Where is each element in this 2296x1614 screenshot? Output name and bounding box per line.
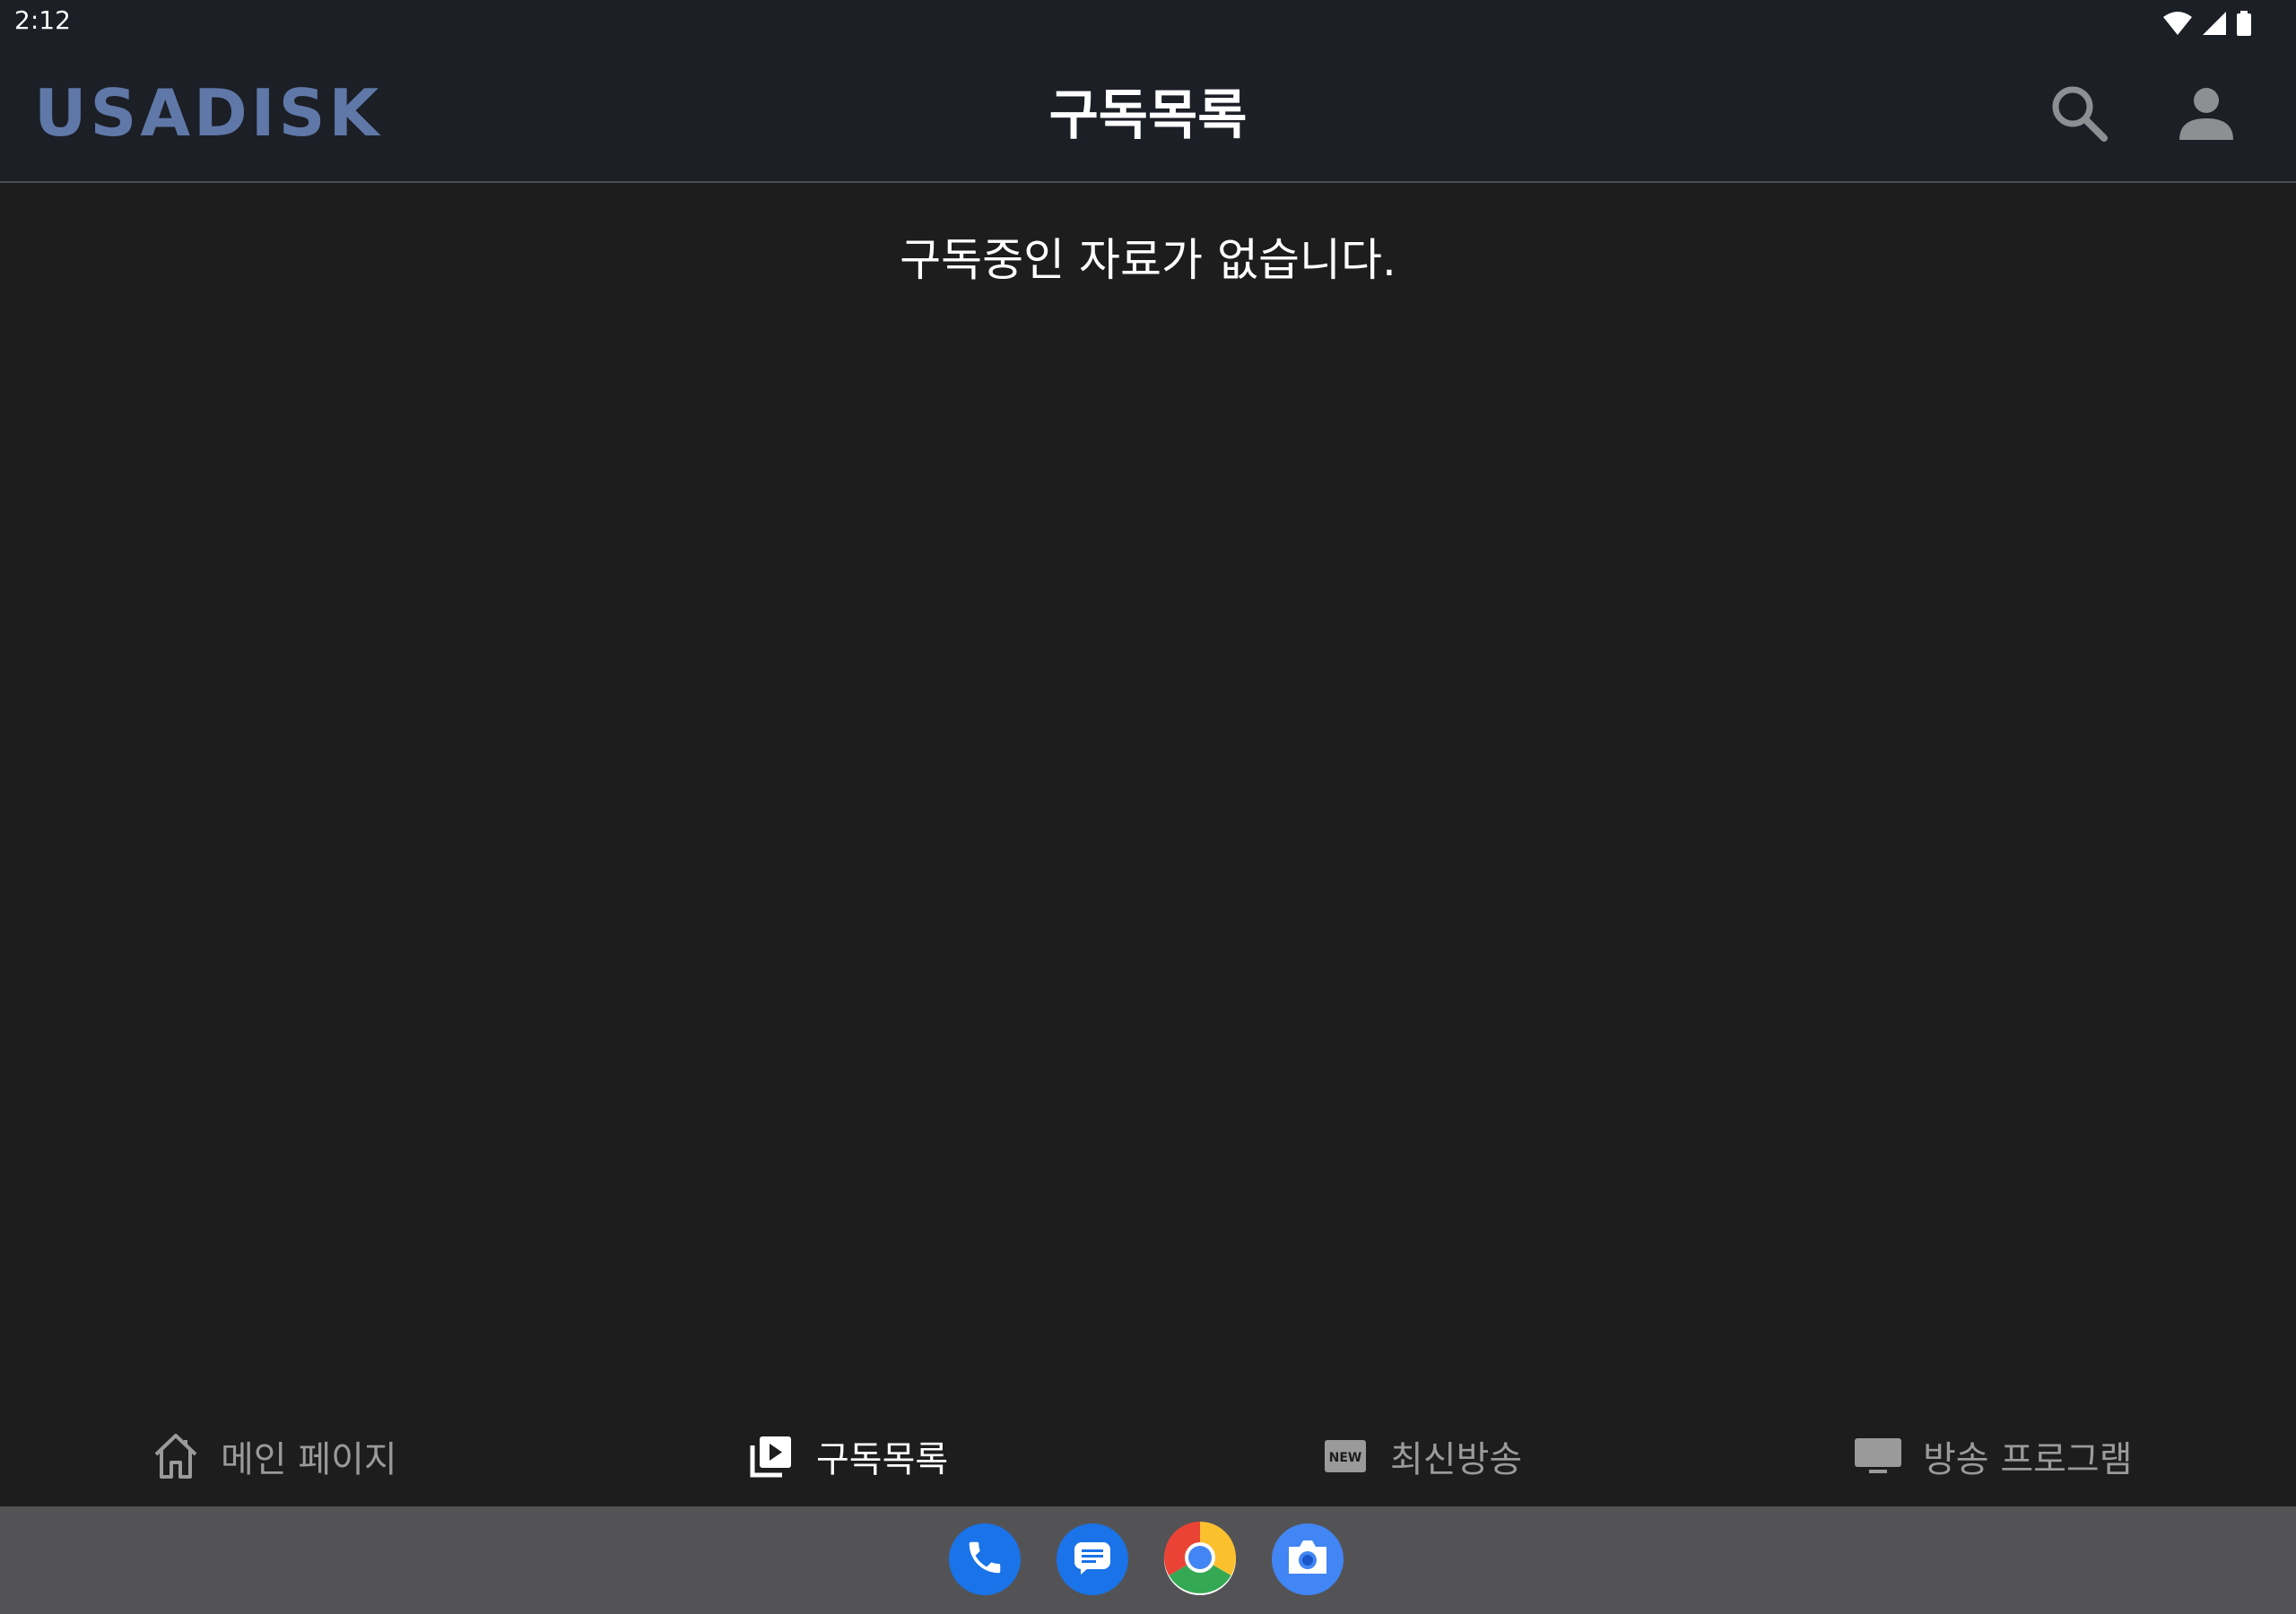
nav-item-label: 구독목록 <box>816 1439 949 1480</box>
chrome-app[interactable] <box>1164 1522 1236 1597</box>
system-dock <box>0 1506 2296 1614</box>
nav-item-label: 방송 프로그램 <box>1923 1439 2133 1480</box>
subscription-list: 구독중인 자료가 없습니다. <box>0 183 2296 1402</box>
app-header: USADISK 구독목록 <box>0 45 2296 183</box>
nav-item-programs[interactable]: 방송 프로그램 <box>1855 1427 2133 1485</box>
status-icons <box>2163 11 2251 39</box>
account-icon <box>2178 84 2235 145</box>
nav-item-latest-broadcasts[interactable]: NEW 최신방송 <box>1322 1427 1522 1485</box>
subscriptions-icon <box>748 1433 795 1480</box>
messages-icon <box>1072 1537 1113 1582</box>
nav-item-main-page[interactable]: 메인 페이지 <box>152 1427 397 1485</box>
search-icon <box>2048 82 2109 147</box>
svg-text:NEW: NEW <box>1329 1451 1362 1465</box>
app-screen: 2:12 USADISK 구독목록 구독중인 자료가 없습니다. 메인 페이지 … <box>0 0 2296 1614</box>
empty-state-message: 구독중인 자료가 없습니다. <box>900 234 1396 286</box>
phone-icon <box>964 1537 1005 1582</box>
camera-app[interactable] <box>1272 1523 1344 1595</box>
account-button[interactable] <box>2170 79 2242 151</box>
dock-apps <box>949 1522 1344 1597</box>
home-icon <box>152 1433 199 1480</box>
chrome-icon <box>1164 1522 1236 1597</box>
nav-item-label: 최신방송 <box>1390 1439 1523 1480</box>
phone-app[interactable] <box>949 1523 1021 1595</box>
page-title: 구독목록 <box>1048 84 1248 147</box>
battery-icon <box>2237 11 2251 39</box>
cellular-signal-icon <box>2203 12 2226 39</box>
search-button[interactable] <box>2043 79 2115 151</box>
new-badge-icon: NEW <box>1322 1433 1369 1480</box>
tv-icon <box>1855 1433 1901 1480</box>
messages-app[interactable] <box>1057 1523 1128 1595</box>
status-time: 2:12 <box>14 5 71 35</box>
nav-item-subscriptions[interactable]: 구독목록 <box>748 1427 948 1485</box>
camera-icon <box>1285 1538 1330 1581</box>
bottom-navigation: 메인 페이지 구독목록 NEW 최신방송 방송 프로그램 <box>0 1402 2296 1506</box>
wifi-icon <box>2163 12 2192 39</box>
status-bar: 2:12 <box>0 0 2296 45</box>
nav-item-label: 메인 페이지 <box>221 1439 397 1480</box>
